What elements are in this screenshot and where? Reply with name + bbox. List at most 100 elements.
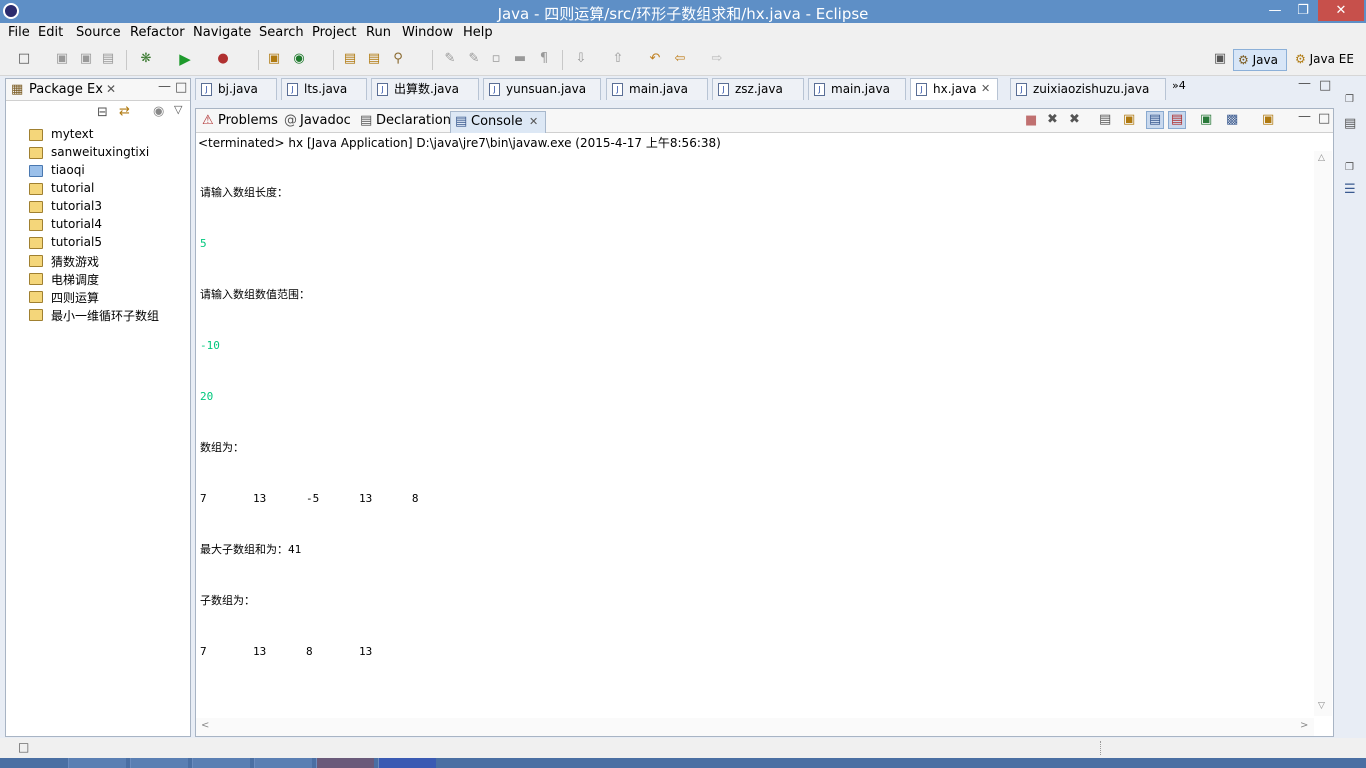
tab-javadoc[interactable]: @ Javadoc: [280, 111, 352, 133]
minimize-editor-icon[interactable]: —: [1298, 76, 1311, 91]
scroll-right-icon[interactable]: >: [1300, 720, 1308, 731]
open-type-icon[interactable]: ▤: [342, 51, 358, 67]
perspective-java-ee[interactable]: ⚙ Java EE: [1291, 49, 1361, 71]
maximize-editor-icon[interactable]: □: [1319, 78, 1331, 93]
menu-navigate[interactable]: Navigate: [193, 25, 251, 40]
project-folder-icon: [29, 273, 43, 285]
close-tab-icon[interactable]: ✕: [529, 112, 538, 132]
taskbar-item[interactable]: [130, 758, 188, 768]
display-console-icon[interactable]: ▩: [1226, 112, 1238, 127]
editor-tab-bj[interactable]: Jbj.java: [195, 78, 277, 100]
new-class-icon[interactable]: ◉: [291, 51, 307, 67]
back-icon[interactable]: ⇦: [672, 51, 688, 67]
window-title: Java - 四则运算/src/环形子数组求和/hx.java - Eclips…: [497, 5, 869, 23]
new-icon[interactable]: □: [16, 51, 32, 67]
minimize-button[interactable]: —: [1262, 0, 1288, 21]
project-folder-icon: [29, 291, 43, 303]
editor-tab-zsz[interactable]: Jzsz.java: [712, 78, 804, 100]
tab-declaration[interactable]: ▤ Declaration: [356, 111, 451, 133]
menu-file[interactable]: File: [8, 25, 30, 40]
menu-refactor[interactable]: Refactor: [130, 25, 185, 40]
close-tab-icon[interactable]: ✕: [106, 82, 116, 96]
maximize-button[interactable]: ❐: [1290, 0, 1316, 21]
perspective-java[interactable]: ⚙ Java: [1233, 49, 1287, 71]
new-java-project-icon[interactable]: ▣: [266, 51, 282, 67]
tab-console[interactable]: ▤ Console ✕: [450, 111, 546, 133]
scroll-up-icon[interactable]: △: [1318, 153, 1325, 163]
view-dropdown-icon[interactable]: ▽: [174, 103, 182, 116]
close-button[interactable]: ✕: [1318, 0, 1364, 21]
console-process-label: <terminated> hx [Java Application] D:\ja…: [198, 136, 721, 150]
scroll-left-icon[interactable]: <: [201, 720, 209, 731]
restore-icon[interactable]: ❐: [1345, 94, 1354, 105]
console-output[interactable]: 请输入数组长度： 5 请输入数组数值范围： -10 20 数组为： 7 13 -…: [200, 150, 419, 694]
menu-help[interactable]: Help: [463, 25, 493, 40]
package-explorer-title[interactable]: Package Ex: [29, 82, 103, 97]
annotation-icon[interactable]: ✎: [466, 51, 482, 67]
project-folder-icon: [29, 219, 43, 231]
debug-icon[interactable]: ❋: [138, 51, 154, 67]
task-list-icon[interactable]: ☰: [1344, 182, 1356, 197]
menu-edit[interactable]: Edit: [38, 25, 63, 40]
maximize-view-icon[interactable]: □: [1318, 111, 1330, 126]
more-tabs-indicator[interactable]: »4: [1172, 79, 1186, 92]
save-all-icon[interactable]: ▣: [78, 51, 94, 67]
toggle-mark-icon[interactable]: ✎: [442, 51, 458, 67]
menu-source[interactable]: Source: [76, 25, 121, 40]
pilcrow-icon[interactable]: ¶: [536, 51, 552, 67]
menu-run[interactable]: Run: [366, 25, 391, 40]
forward-icon[interactable]: ⇨: [709, 51, 725, 67]
taskbar-item[interactable]: [254, 758, 312, 768]
print-icon[interactable]: ▤: [100, 51, 116, 67]
tree-item-label: tutorial: [51, 181, 95, 195]
taskbar-item[interactable]: [378, 758, 436, 768]
view-menu-icon[interactable]: ◉: [153, 104, 164, 119]
minimize-view-icon[interactable]: —: [158, 79, 171, 94]
open-folder-icon[interactable]: ▤: [366, 51, 382, 67]
editor-tab-lts[interactable]: Jlts.java: [281, 78, 367, 100]
taskbar-item[interactable]: [316, 758, 374, 768]
taskbar-item[interactable]: [192, 758, 250, 768]
show-whitespace-icon[interactable]: ▬: [512, 51, 528, 67]
save-icon[interactable]: ▣: [54, 51, 70, 67]
remove-all-launches-icon[interactable]: ✖: [1069, 112, 1080, 127]
taskbar-item[interactable]: [68, 758, 126, 768]
editor-tab-main-2[interactable]: Jmain.java: [808, 78, 906, 100]
next-annotation-icon[interactable]: ⇩: [573, 51, 589, 67]
scroll-down-icon[interactable]: ▽: [1318, 701, 1325, 711]
collapse-all-icon[interactable]: ⊟: [97, 105, 108, 120]
remove-launch-icon[interactable]: ✖: [1047, 112, 1058, 127]
menu-project[interactable]: Project: [312, 25, 356, 40]
maximize-view-icon[interactable]: □: [175, 80, 187, 95]
open-console-icon[interactable]: ▣: [1262, 112, 1274, 127]
prev-annotation-icon[interactable]: ⇧: [610, 51, 626, 67]
show-console-stdout-icon[interactable]: ▤: [1146, 111, 1164, 129]
run-icon[interactable]: ▶: [177, 51, 193, 67]
menu-window[interactable]: Window: [402, 25, 453, 40]
editor-tab-main[interactable]: Jmain.java: [606, 78, 708, 100]
show-console-stderr-icon[interactable]: ▤: [1168, 111, 1186, 129]
horizontal-scrollbar[interactable]: < >: [196, 718, 1314, 736]
clear-console-icon[interactable]: ▤: [1099, 112, 1111, 127]
fast-view-icon[interactable]: □: [18, 740, 29, 754]
editor-tab-chusuanshu[interactable]: J 出算数.java: [371, 78, 479, 100]
editor-tab-zuixiaozishuzu[interactable]: Jzuixiaozishuzu.java: [1010, 78, 1166, 100]
editor-tab-yunsuan[interactable]: Jyunsuan.java: [483, 78, 601, 100]
close-tab-icon[interactable]: ✕: [981, 79, 990, 99]
link-editor-icon[interactable]: ⇄: [119, 104, 130, 119]
external-tools-icon[interactable]: ●: [215, 51, 231, 67]
last-edit-icon[interactable]: ↶: [647, 51, 663, 67]
search-icon[interactable]: ⚲: [390, 51, 406, 67]
restore-icon[interactable]: ❐: [1345, 162, 1354, 173]
terminate-icon[interactable]: ■: [1025, 113, 1037, 128]
minimize-view-icon[interactable]: —: [1298, 109, 1311, 124]
tab-problems[interactable]: ⚠ Problems: [198, 111, 278, 133]
menu-search[interactable]: Search: [259, 25, 304, 40]
editor-tab-hx[interactable]: Jhx.java ✕: [910, 78, 998, 100]
vertical-scrollbar[interactable]: △ ▽: [1314, 151, 1332, 716]
outline-icon[interactable]: ▤: [1344, 116, 1356, 131]
scroll-lock-icon[interactable]: ▣: [1123, 112, 1135, 127]
open-perspective-icon[interactable]: ▣: [1212, 51, 1228, 67]
pin-console-icon[interactable]: ▣: [1200, 112, 1212, 127]
block-selection-icon[interactable]: ▫: [488, 51, 504, 67]
